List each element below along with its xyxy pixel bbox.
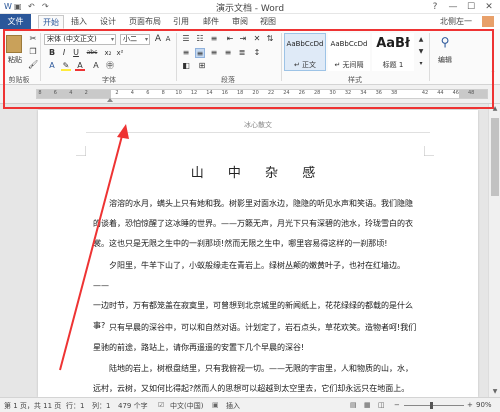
text-line: 夕阳里，牛羊下山了，小蚁般缘走在青岩上。绿树丛颠的嫩黄叶子，也衬在红墙边。—— bbox=[93, 261, 405, 290]
header-line bbox=[86, 132, 430, 133]
text-line: 溶溶的水月，螨头上只有她和我。树影里对面水边，隐隐的听见水声和笑语。我们隐隐 bbox=[109, 199, 413, 208]
close-button[interactable]: ✕ bbox=[480, 0, 498, 14]
text-line: 的谈着，恐怕惊醒了这冰睡的世界。——万籁无声，月光下只有深碧的池水，玲珑雪白的衣 bbox=[93, 219, 413, 228]
macro-icon[interactable]: ▣ bbox=[212, 401, 219, 409]
tab-design[interactable]: 设计 bbox=[96, 15, 120, 29]
zoom-slider-thumb[interactable] bbox=[430, 402, 433, 409]
tab-insert[interactable]: 插入 bbox=[68, 15, 90, 29]
crop-mark bbox=[76, 146, 86, 156]
tab-review[interactable]: 审阅 bbox=[229, 15, 251, 29]
paragraph-3: 只有早晨的深谷中，可以和自然对语。计划定了，岩石点头，草花欢笑。造物者呵!我们 … bbox=[93, 318, 418, 358]
avatar[interactable] bbox=[482, 16, 494, 27]
minimize-button[interactable]: — bbox=[444, 0, 462, 14]
text-line: 只有早晨的深谷中，可以和自然对语。计划定了，岩石点头，草花欢笑。造物者呵!我们 bbox=[109, 323, 417, 332]
text-line: 远村，云树，又如何比得起?然而人的思想可以超越到太空里去，它们却永远只在地面上。 bbox=[93, 384, 410, 393]
text-line: 陆地的岩上，树根盘结里，只有我俯视一切。——无限的宇宙里，人和物质的山，水， bbox=[109, 364, 413, 373]
print-layout-icon[interactable]: ▦ bbox=[364, 401, 371, 409]
ribbon-tabs: 文件 开始 插入 设计 页面布局 引用 邮件 审阅 视图 北侧左一 bbox=[0, 14, 500, 29]
help-button[interactable]: ? bbox=[426, 0, 444, 14]
read-mode-icon[interactable]: ▤ bbox=[350, 401, 357, 409]
language[interactable]: 中文(中国) bbox=[170, 401, 203, 411]
column-number[interactable]: 列：1 bbox=[92, 401, 110, 411]
tab-home[interactable]: 开始 bbox=[38, 15, 64, 29]
window-title: 演示文档 - Word bbox=[215, 4, 285, 14]
page-header: 冰心散文 bbox=[244, 121, 272, 129]
page-count[interactable]: 第 1 页，共 11 页 bbox=[4, 401, 61, 411]
annotation-highlight-box bbox=[3, 29, 494, 109]
tab-mailings[interactable]: 邮件 bbox=[200, 15, 222, 29]
page[interactable]: 冰心散文 山 中 杂 感 溶溶的水月，螨头上只有她和我。树影里对面水边，隐隐的听… bbox=[38, 110, 478, 397]
crop-mark bbox=[424, 146, 434, 156]
maximize-button[interactable]: ☐ bbox=[462, 0, 480, 14]
zoom-out-button[interactable]: − bbox=[394, 401, 400, 409]
zoom-slider[interactable] bbox=[404, 405, 464, 406]
text-line: 星驰的前途，路站上，请你再遥遥的安置下几个早晨的深谷! bbox=[93, 343, 305, 352]
tab-file[interactable]: 文件 bbox=[0, 14, 31, 29]
text-line: 裳。这也只是无限之生中的一刹那顷!然而无限之生中，哪里容易得这样的一刹那顷! bbox=[93, 239, 388, 248]
tab-view[interactable]: 视图 bbox=[257, 15, 279, 29]
insert-mode[interactable]: 插入 bbox=[226, 401, 240, 411]
tab-references[interactable]: 引用 bbox=[170, 15, 192, 29]
proofing-icon[interactable]: ☑ bbox=[158, 401, 164, 409]
zoom-level[interactable]: 90% bbox=[476, 401, 492, 409]
scroll-thumb[interactable] bbox=[491, 118, 499, 196]
web-layout-icon[interactable]: ◫ bbox=[378, 401, 385, 409]
paragraph-1: 溶溶的水月，螨头上只有她和我。树影里对面水边，隐隐的听见水声和笑语。我们隐隐 的… bbox=[93, 194, 418, 254]
status-bar: 第 1 页，共 11 页 行：1 列：1 479 个字 ☑ 中文(中国) ▣ 插… bbox=[0, 397, 500, 412]
document-area: 冰心散文 山 中 杂 感 溶溶的水月，螨头上只有她和我。树影里对面水边，隐隐的听… bbox=[0, 104, 488, 397]
title-bar: W ▣ ↶ ↷ 演示文档 - Word ? — ☐ ✕ bbox=[0, 0, 500, 14]
paragraph-4: 陆地的岩上，树根盘结里，只有我俯视一切。——无限的宇宙里，人和物质的山，水， 远… bbox=[93, 359, 418, 399]
word-window: W ▣ ↶ ↷ 演示文档 - Word ? — ☐ ✕ 文件 开始 插入 设计 … bbox=[0, 0, 500, 412]
vertical-scrollbar[interactable]: ▲ ▼ bbox=[488, 104, 500, 397]
word-count[interactable]: 479 个字 bbox=[118, 401, 148, 411]
document-title: 山 中 杂 感 bbox=[190, 166, 326, 181]
user-name[interactable]: 北侧左一 bbox=[436, 15, 476, 29]
text-line: 一边时节，万有都笼盖在寂寞里，可曾想到北京城里的新闻纸上，花花绿绿的都载的是什么 bbox=[93, 301, 413, 310]
tab-layout[interactable]: 页面布局 bbox=[128, 15, 162, 29]
zoom-in-button[interactable]: + bbox=[467, 401, 473, 409]
scroll-down-icon[interactable]: ▼ bbox=[489, 387, 500, 397]
line-number[interactable]: 行：1 bbox=[66, 401, 84, 411]
